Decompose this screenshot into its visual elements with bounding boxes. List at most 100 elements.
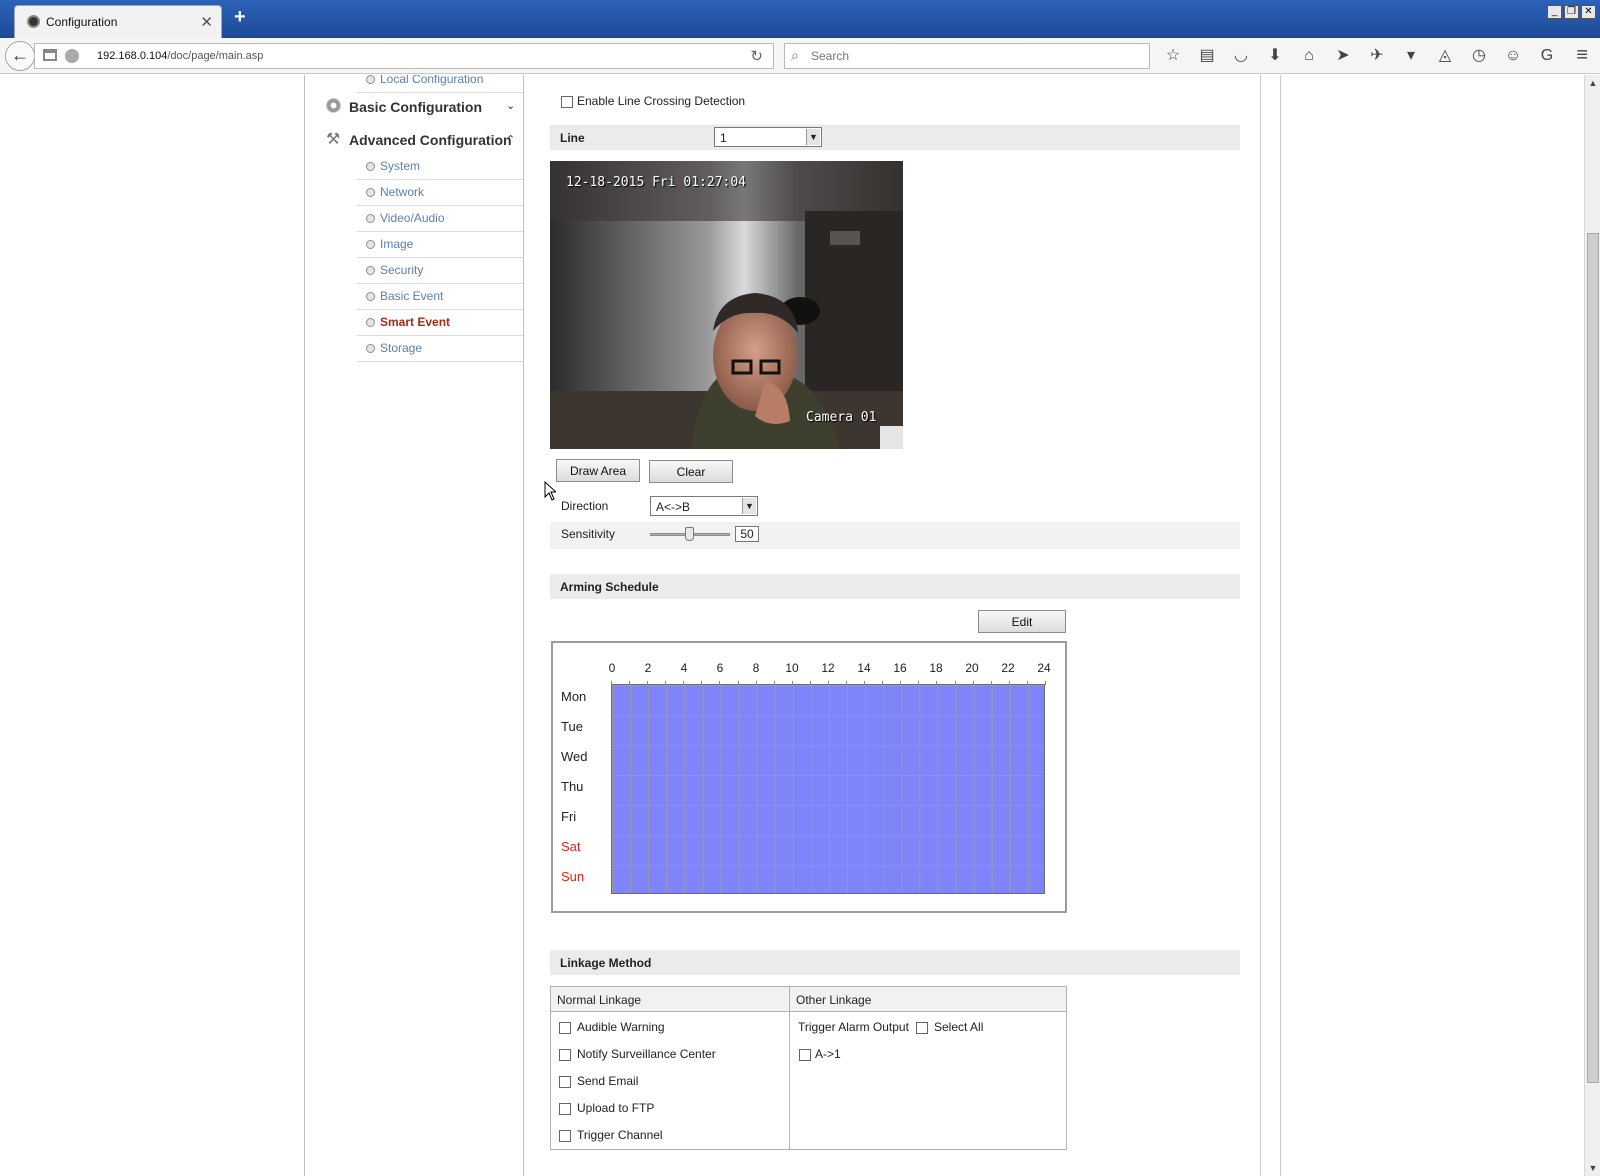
- sensitivity-slider-handle[interactable]: [685, 527, 694, 541]
- url-text: 192.168.0.104/doc/page/main.asp: [97, 50, 264, 62]
- page-info-icon[interactable]: [43, 49, 57, 61]
- tab-close-icon[interactable]: ✕: [200, 13, 213, 31]
- back-button[interactable]: ←: [5, 41, 35, 71]
- upload-to-ftp-label: Upload to FTP: [577, 1101, 655, 1115]
- divider: [304, 75, 305, 1176]
- hour-label: 10: [785, 661, 799, 675]
- droplet-icon[interactable]: ◬: [1434, 45, 1456, 67]
- direction-select[interactable]: A<->B ▼: [650, 496, 758, 516]
- hour-label: 20: [965, 661, 979, 675]
- window-controls: _ ❐ ✕: [1547, 5, 1596, 19]
- browser-tab[interactable]: Configuration ✕: [14, 5, 222, 38]
- video-preview[interactable]: 12-18-2015 Fri 01:27:04 Camera 01: [550, 161, 903, 449]
- arming-schedule-header: Arming Schedule: [550, 574, 1240, 599]
- draw-area-button[interactable]: Draw Area: [556, 459, 640, 482]
- chevron-down-icon: ⌄: [506, 100, 516, 112]
- bullet-icon: [366, 214, 375, 223]
- hamburger-menu-icon[interactable]: ≡: [1576, 44, 1588, 67]
- enable-line-crossing-label: Enable Line Crossing Detection: [577, 94, 746, 108]
- alarm-output-a1-checkbox[interactable]: [799, 1049, 811, 1061]
- video-timestamp: 12-18-2015 Fri 01:27:04: [566, 175, 747, 190]
- hour-label: 24: [1037, 661, 1051, 675]
- select-all-label: Select All: [934, 1020, 984, 1034]
- hour-tick: [647, 681, 649, 685]
- normal-linkage-header: Normal Linkage: [557, 993, 642, 1007]
- clear-button[interactable]: Clear: [649, 460, 733, 483]
- home-icon[interactable]: ⌂: [1298, 45, 1320, 67]
- page-scrollbar[interactable]: ▲ ▼: [1584, 75, 1600, 1176]
- send-email-label: Send Email: [577, 1074, 639, 1088]
- send-icon[interactable]: ➤: [1332, 45, 1354, 67]
- direction-label: Direction: [561, 499, 609, 513]
- pocket-icon[interactable]: ◡: [1230, 45, 1252, 67]
- line-select[interactable]: 1 ▼: [714, 127, 822, 147]
- hour-label: 18: [929, 661, 943, 675]
- download-icon[interactable]: ⬇: [1264, 45, 1286, 67]
- scroll-down-icon[interactable]: ▼: [1585, 1160, 1600, 1176]
- history-icon[interactable]: ◷: [1468, 45, 1490, 67]
- bullet-icon: [366, 318, 375, 327]
- enable-line-crossing-checkbox[interactable]: [561, 96, 573, 108]
- sidebar-item-smart-event[interactable]: Smart Event: [357, 310, 523, 336]
- extension-icon[interactable]: ✈: [1366, 45, 1388, 67]
- g-extension-icon[interactable]: G: [1536, 45, 1558, 67]
- reload-icon[interactable]: ↻: [750, 47, 763, 65]
- sensitivity-value[interactable]: 50: [735, 526, 759, 542]
- line-row: Line: [550, 125, 1240, 150]
- upload-to-ftp-checkbox[interactable]: [559, 1103, 571, 1115]
- sidebar-item-local-configuration[interactable]: Local Configuration: [357, 75, 523, 93]
- mouse-cursor-icon: [544, 481, 556, 501]
- hour-tick: [737, 681, 739, 685]
- hour-tick: [918, 681, 920, 685]
- bullet-icon: [366, 292, 375, 301]
- sidebar-advanced-configuration[interactable]: ⚒ Advanced Configuration ⌃: [326, 130, 516, 152]
- page-content: Local Configuration Basic Configuration …: [0, 75, 1584, 1176]
- scrollbar-thumb[interactable]: [1587, 233, 1599, 1083]
- sidebar-item-image[interactable]: Image: [357, 232, 523, 258]
- wrench-icon: ⚒: [326, 131, 341, 148]
- hour-tick: [755, 681, 757, 685]
- minimize-icon[interactable]: _: [1547, 5, 1562, 19]
- hour-label: 4: [680, 661, 688, 675]
- day-label-tue: Tue: [561, 719, 583, 734]
- sidebar-item-system[interactable]: System: [357, 154, 523, 180]
- chevron-up-icon: ⌃: [506, 134, 516, 146]
- close-window-icon[interactable]: ✕: [1581, 5, 1596, 19]
- sidebar-basic-configuration[interactable]: Basic Configuration ⌄: [326, 97, 516, 119]
- schedule-cells[interactable]: [611, 684, 1045, 894]
- sidebar-item-storage[interactable]: Storage: [357, 336, 523, 362]
- hour-label: 22: [1001, 661, 1015, 675]
- search-icon: ⌕: [791, 47, 799, 63]
- trigger-channel-checkbox[interactable]: [559, 1130, 571, 1142]
- site-identity-icon[interactable]: [65, 49, 79, 63]
- video-camera-name: Camera 01: [806, 410, 877, 425]
- audible-warning-checkbox[interactable]: [559, 1022, 571, 1034]
- hour-tick: [882, 681, 884, 685]
- sidebar-item-network[interactable]: Network: [357, 180, 523, 206]
- restore-icon[interactable]: ❐: [1564, 5, 1579, 19]
- hour-tick: [990, 681, 992, 685]
- hour-tick: [773, 681, 775, 685]
- search-input[interactable]: [809, 47, 1129, 65]
- url-bar[interactable]: 192.168.0.104/doc/page/main.asp ↻: [34, 43, 774, 69]
- overflow-dropdown-icon[interactable]: ▾: [1400, 45, 1422, 67]
- basic-config-gear-icon: [326, 98, 341, 113]
- divider: [523, 75, 524, 1176]
- divider: [1260, 75, 1261, 1176]
- day-label-mon: Mon: [561, 689, 587, 704]
- new-tab-button[interactable]: +: [234, 6, 246, 29]
- reading-list-icon[interactable]: ▤: [1196, 45, 1218, 67]
- bookmark-star-icon[interactable]: ☆: [1162, 45, 1184, 67]
- bullet-icon: [366, 240, 375, 249]
- send-email-checkbox[interactable]: [559, 1076, 571, 1088]
- select-all-checkbox[interactable]: [916, 1022, 928, 1034]
- toolbar-icons: ☆ ▤ ◡ ⬇ ⌂ ➤ ✈ ▾ ◬ ◷ ☺ G: [1162, 45, 1558, 67]
- hour-tick: [864, 681, 866, 685]
- notify-surveillance-center-checkbox[interactable]: [559, 1049, 571, 1061]
- scroll-up-icon[interactable]: ▲: [1585, 75, 1600, 91]
- sidebar-item-security[interactable]: Security: [357, 258, 523, 284]
- sidebar-item-video-audio[interactable]: Video/Audio: [357, 206, 523, 232]
- chat-icon[interactable]: ☺: [1502, 45, 1524, 67]
- edit-schedule-button[interactable]: Edit: [978, 610, 1066, 633]
- sidebar-item-basic-event[interactable]: Basic Event: [357, 284, 523, 310]
